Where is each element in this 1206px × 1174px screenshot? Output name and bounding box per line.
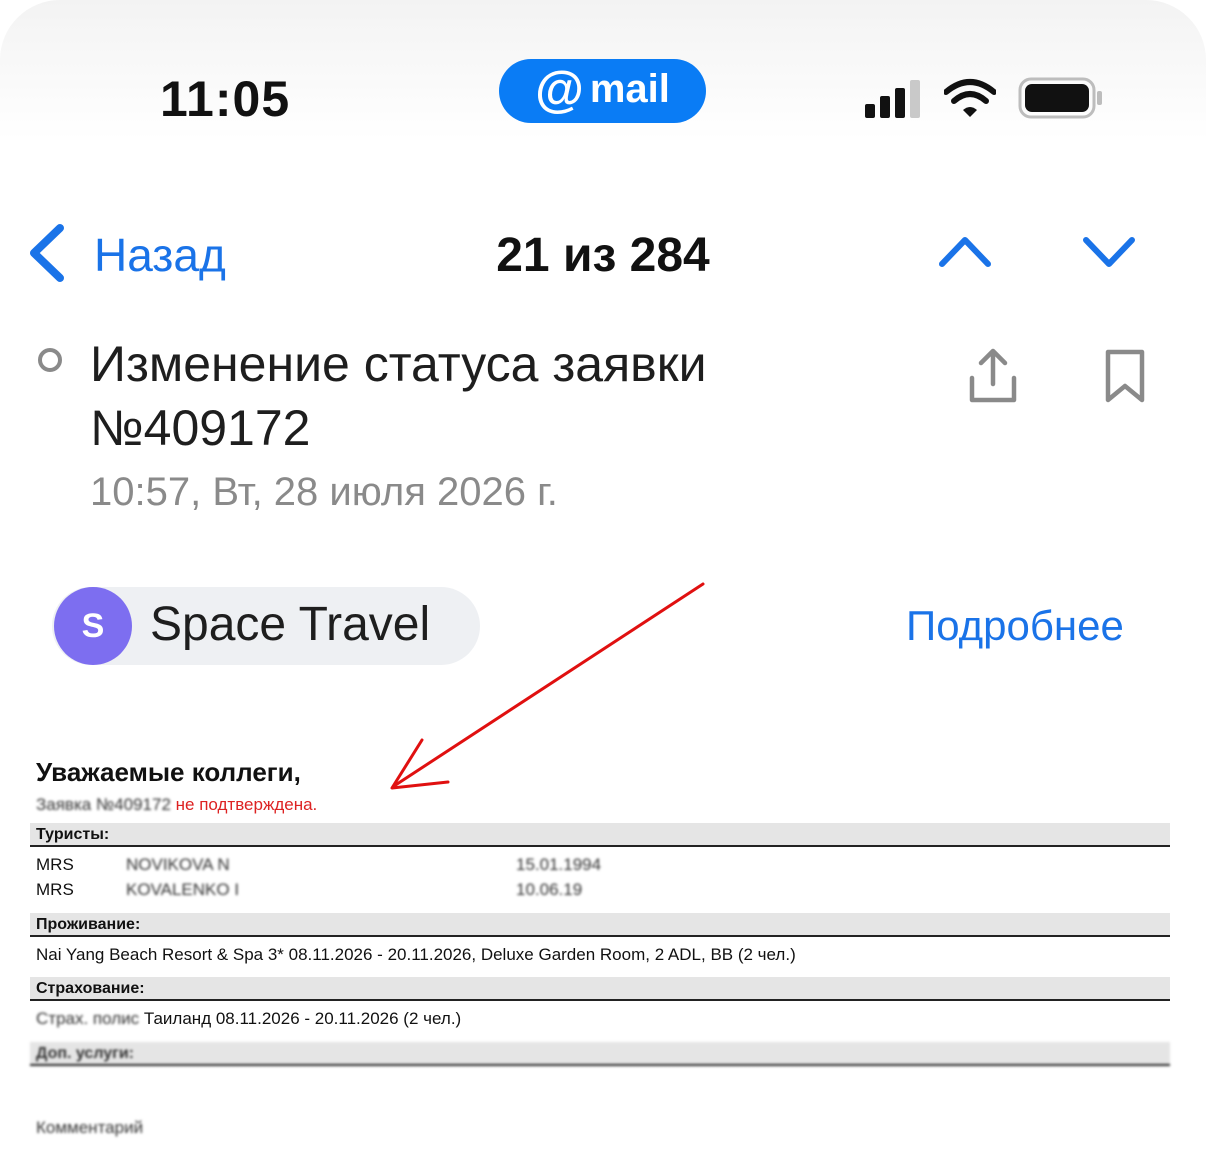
- status-time: 11:05: [160, 71, 291, 127]
- tourist-dob: 15.01.1994: [516, 855, 602, 874]
- order-status-line: Заявка №409172 не подтверждена.: [36, 795, 317, 815]
- insurance-row: Страх. полис Таиланд 08.11.2026 - 20.11.…: [36, 1008, 461, 1030]
- message-subject: Изменение статуса заявки №409172: [90, 336, 707, 456]
- tourist-name: KOVALENKO I: [126, 880, 240, 899]
- message-counter: 21 из 284: [496, 229, 710, 282]
- faded-overlay: [30, 1065, 1175, 1174]
- order-number: Заявка №409172: [36, 795, 171, 814]
- insurance-policy: Страх. полис: [36, 1009, 140, 1028]
- at-sign-icon: @: [535, 61, 584, 117]
- avatar[interactable]: S: [54, 587, 132, 665]
- annotation-arrow-icon: [390, 582, 705, 790]
- mail-app-label: mail: [589, 67, 670, 111]
- chevron-up-icon[interactable]: [938, 234, 992, 270]
- tourist-name: NOVIKOVA N: [126, 855, 230, 874]
- tourist-row: MRS NOVIKOVA N 15.01.1994: [36, 854, 601, 876]
- comments-label: Комментарий: [36, 1118, 144, 1137]
- email-view: 11:05 @ mail Назад 21 из 284 Изменение с…: [0, 0, 1206, 1174]
- message-date: 10:57, Вт, 28 июля 2026 г.: [90, 470, 558, 514]
- unread-dot-icon[interactable]: [38, 348, 62, 372]
- mail-app-badge: @ mail: [499, 59, 706, 123]
- bookmark-icon[interactable]: [1100, 348, 1150, 404]
- tourist-title: MRS: [36, 880, 74, 899]
- order-status: не подтверждена.: [175, 795, 318, 814]
- accommodation-line: Nai Yang Beach Resort & Spa 3* 08.11.202…: [36, 945, 796, 964]
- share-icon[interactable]: [966, 348, 1020, 404]
- section-extra: Доп. услуги:: [30, 1042, 1170, 1066]
- greeting: Уважаемые коллеги,: [36, 757, 301, 787]
- section-accommodation: Проживание:: [30, 913, 1170, 937]
- section-tourists: Туристы:: [30, 823, 1170, 847]
- tourist-title: MRS: [36, 855, 74, 874]
- cellular-signal-icon: [865, 80, 920, 118]
- tourist-row: MRS KOVALENKO I 10.06.19: [36, 879, 582, 901]
- battery-icon: [1018, 77, 1102, 119]
- insurance-line: Таиланд 08.11.2026 - 20.11.2026 (2 чел.): [143, 1009, 462, 1028]
- tourist-dob: 10.06.19: [516, 880, 583, 899]
- details-link[interactable]: Подробнее: [906, 602, 1124, 650]
- wifi-icon: [944, 79, 996, 117]
- section-insurance: Страхование:: [30, 977, 1170, 1001]
- chevron-down-icon[interactable]: [1082, 234, 1136, 270]
